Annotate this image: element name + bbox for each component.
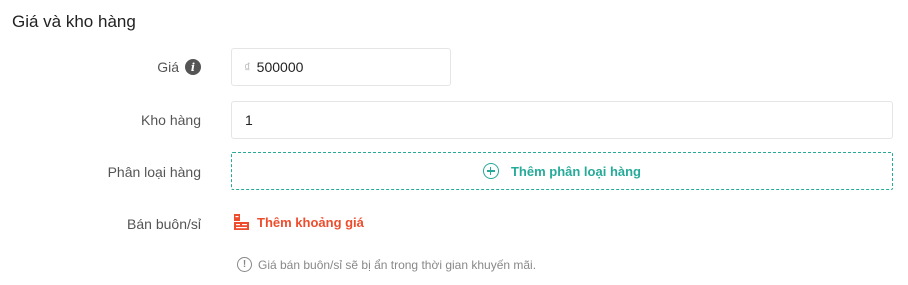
variation-label-row: Phân loại hàng [108,164,201,180]
stock-field[interactable] [231,101,893,139]
add-price-tier-link[interactable]: Thêm khoảng giá [233,213,364,231]
wholesale-label-row: Bán buôn/sỉ [127,216,201,232]
wholesale-note: ! Giá bán buôn/sỉ sẽ bị ẩn trong thời gi… [237,257,536,272]
stock-label-row: Kho hàng [141,112,201,128]
section-title: Giá và kho hàng [12,12,136,31]
plus-circle-icon [482,163,499,179]
stock-label: Kho hàng [141,112,201,128]
price-field[interactable]: ₫ [231,48,451,86]
info-icon[interactable]: i [185,59,201,75]
add-variation-label: Thêm phân loại hàng [510,163,641,179]
currency-symbol: ₫ [244,59,251,75]
price-label: Giá [157,59,179,75]
price-input[interactable] [256,59,450,75]
variation-label: Phân loại hàng [107,164,201,180]
add-price-tier-label: Thêm khoảng giá [257,214,364,230]
price-label-row: Giá i [157,59,201,75]
exclamation-circle-icon: ! [237,257,252,272]
price-tier-icon [234,214,249,230]
stock-input[interactable] [245,112,892,128]
wholesale-note-text: Giá bán buôn/sỉ sẽ bị ẩn trong thời gian… [258,257,537,272]
wholesale-label: Bán buôn/sỉ [127,216,201,232]
add-variation-button[interactable]: Thêm phân loại hàng [231,152,893,190]
